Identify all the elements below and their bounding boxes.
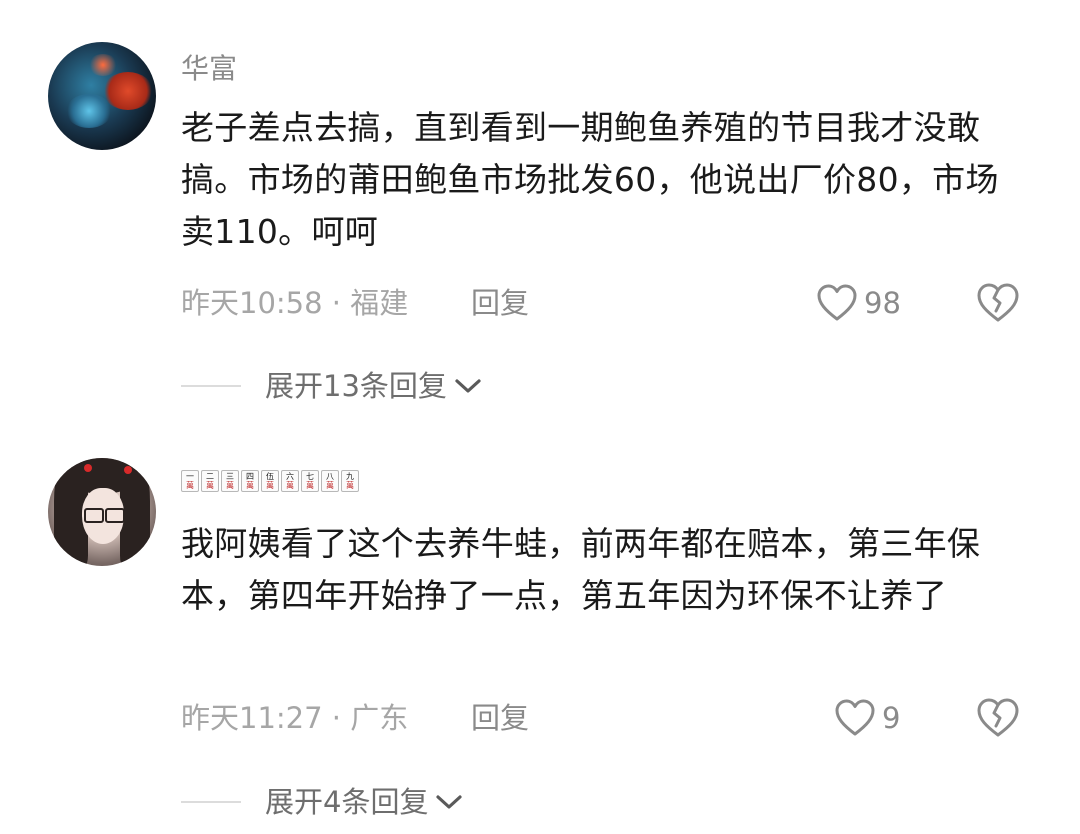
avatar-glasses-2 bbox=[105, 508, 125, 523]
divider-line bbox=[181, 385, 241, 387]
comment-meta: 昨天10:58 · 福建 回复 bbox=[181, 283, 529, 323]
reply-button[interactable]: 回复 bbox=[471, 283, 529, 323]
mahjong-tile: 四萬 bbox=[241, 470, 259, 492]
meta-separator: · bbox=[322, 701, 351, 735]
username[interactable]: 华富 bbox=[181, 52, 237, 86]
broken-heart-icon bbox=[977, 283, 1019, 322]
mahjong-tile: 三萬 bbox=[221, 470, 239, 492]
divider-line bbox=[181, 801, 241, 803]
comment-time: 昨天10:58 bbox=[181, 286, 323, 320]
meta-separator: · bbox=[322, 286, 351, 320]
mahjong-tile: 二萬 bbox=[201, 470, 219, 492]
comment-text: 我阿姨看了这个去养牛蛙，前两年都在赔本，第三年保本，第四年开始挣了一点，第五年因… bbox=[181, 524, 981, 615]
dislike-button[interactable] bbox=[976, 281, 1020, 325]
like-count: 9 bbox=[882, 701, 901, 735]
comment-text: 老子差点去搞，直到看到一期鲍鱼养殖的节目我才没敢搞。市场的莆田鲍鱼市场批发60，… bbox=[181, 108, 999, 251]
avatar-accessory bbox=[84, 464, 92, 472]
expand-replies-button[interactable]: 展开13条回复 bbox=[181, 366, 483, 406]
chevron-down-icon bbox=[436, 795, 463, 809]
username[interactable]: 一萬二萬三萬四萬伍萬六萬七萬八萬九萬 bbox=[181, 470, 359, 492]
like-button[interactable]: 9 bbox=[834, 696, 900, 740]
avatar-accessory-2 bbox=[124, 466, 132, 474]
avatar[interactable] bbox=[48, 458, 156, 566]
avatar[interactable] bbox=[48, 42, 156, 150]
comment-location: 福建 bbox=[350, 286, 409, 320]
avatar-art-3 bbox=[88, 54, 118, 76]
like-count: 98 bbox=[864, 286, 901, 320]
mahjong-tile: 七萬 bbox=[301, 470, 319, 492]
broken-heart-icon bbox=[977, 698, 1019, 737]
mahjong-tile: 六萬 bbox=[281, 470, 299, 492]
mahjong-tile: 八萬 bbox=[321, 470, 339, 492]
expand-replies-label: 展开13条回复 bbox=[265, 369, 447, 403]
expand-replies-button[interactable]: 展开4条回复 bbox=[181, 782, 464, 822]
like-button[interactable]: 98 bbox=[816, 281, 901, 325]
comment-location: 广东 bbox=[350, 701, 409, 735]
mahjong-tile: 九萬 bbox=[341, 470, 359, 492]
mahjong-tile: 伍萬 bbox=[261, 470, 279, 492]
avatar-art-2 bbox=[66, 94, 112, 128]
reply-button[interactable]: 回复 bbox=[471, 698, 529, 738]
comment-meta: 昨天11:27 · 广东 回复 bbox=[181, 698, 529, 738]
heart-outline-icon bbox=[835, 699, 875, 736]
chevron-down-icon bbox=[455, 379, 481, 393]
comment-time: 昨天11:27 bbox=[181, 701, 323, 735]
dislike-button[interactable] bbox=[976, 696, 1020, 740]
heart-outline-icon bbox=[817, 284, 857, 321]
mahjong-tile: 一萬 bbox=[181, 470, 199, 492]
expand-replies-label: 展开4条回复 bbox=[265, 785, 429, 819]
avatar-glasses bbox=[84, 508, 104, 523]
